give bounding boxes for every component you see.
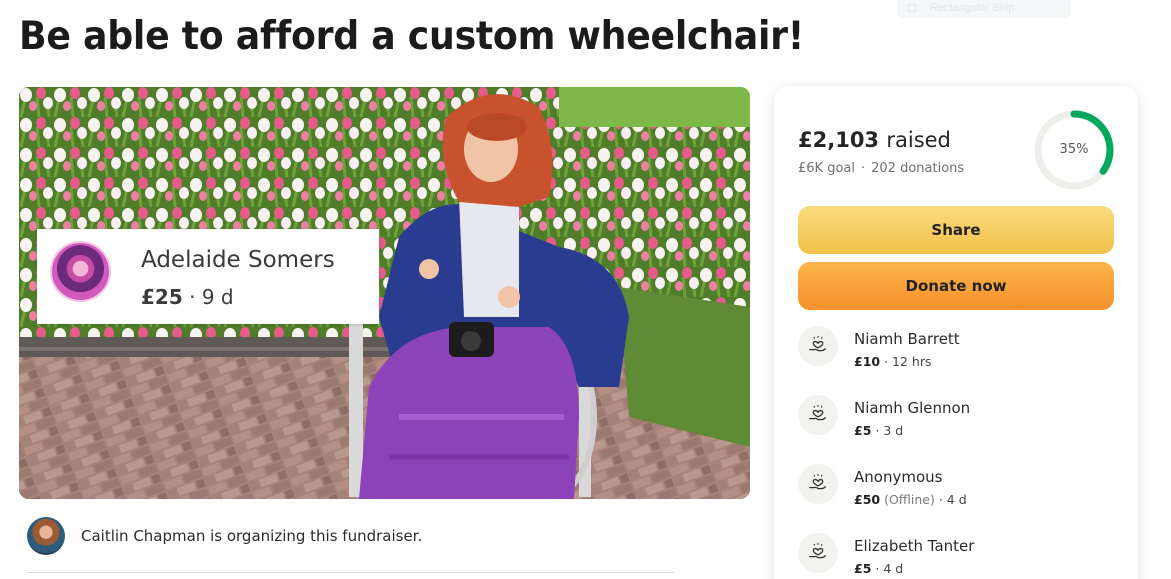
donation-meta: £10 · 12 hrs xyxy=(854,354,932,369)
heart-hand-icon xyxy=(798,464,838,504)
donations-list: Niamh Barrett £10 · 12 hrs Niamh Glennon… xyxy=(798,326,1114,579)
donation-sidebar: £2,103 raised £6K goal · 202 donations 35%… xyxy=(774,86,1138,579)
donor-name: Niamh Barrett xyxy=(854,330,960,348)
donor-name: Elizabeth Tanter xyxy=(854,537,975,555)
share-button[interactable]: Share xyxy=(798,206,1114,254)
toast-time: 9 d xyxy=(201,285,234,309)
toast-separator: · xyxy=(182,285,202,309)
toast-donor-name: Adelaide Somers xyxy=(141,247,335,273)
donation-amount: £5 xyxy=(854,561,872,576)
donor-avatar xyxy=(50,241,111,302)
donation-item: Niamh Glennon £5 · 3 d xyxy=(798,395,1114,464)
donation-meta: £50 (Offline) · 4 d xyxy=(854,492,967,507)
toast-amount: £25 xyxy=(141,285,183,309)
raised-label: raised xyxy=(886,128,951,152)
progress-ring: 35% xyxy=(1032,108,1116,192)
goal-summary: £6K goal · 202 donations xyxy=(798,161,964,176)
donation-item: Anonymous £50 (Offline) · 4 d xyxy=(798,464,1114,533)
donation-time: 12 hrs xyxy=(892,354,932,369)
heart-hand-icon xyxy=(798,533,838,573)
goal-separator: · xyxy=(860,161,866,176)
heart-hand-icon xyxy=(798,326,838,366)
snip-mode-icon xyxy=(908,4,916,12)
donation-amount: £10 xyxy=(854,354,881,369)
donation-note: (Offline) xyxy=(884,492,935,507)
organizer-text: Caitlin Chapman is organizing this fundr… xyxy=(81,527,423,545)
progress-percent: 35% xyxy=(1059,142,1089,157)
heart-hand-icon xyxy=(798,395,838,435)
donation-amount: £5 xyxy=(854,423,872,438)
donor-name: Anonymous xyxy=(854,468,943,486)
raised-value: £2,103 xyxy=(798,128,880,152)
donation-time: 4 d xyxy=(883,561,904,576)
donation-time: 4 d xyxy=(946,492,967,507)
organizer-avatar[interactable] xyxy=(27,517,65,555)
snip-tool-hint: Rectangular Snip xyxy=(898,0,1070,18)
donation-meta: £5 · 4 d xyxy=(854,561,904,576)
page-title: Be able to afford a custom wheelchair! xyxy=(19,14,804,59)
donate-now-button[interactable]: Donate now xyxy=(798,262,1114,310)
toast-donation-meta: £25 · 9 d xyxy=(141,285,234,309)
donation-count: 202 donations xyxy=(871,161,965,176)
donor-name: Niamh Glennon xyxy=(854,399,971,417)
donation-item: Niamh Barrett £10 · 12 hrs xyxy=(798,326,1114,395)
donation-time: 3 d xyxy=(883,423,904,438)
goal-amount: £6K goal xyxy=(798,161,855,176)
snip-hint-label: Rectangular Snip xyxy=(930,2,1015,14)
raised-amount: £2,103 raised xyxy=(798,128,951,152)
recent-donation-toast: Adelaide Somers £25 · 9 d xyxy=(37,229,379,324)
donation-item: Elizabeth Tanter £5 · 4 d xyxy=(798,533,1114,579)
section-divider xyxy=(27,572,674,573)
donation-amount: £50 xyxy=(854,492,881,507)
donation-meta: £5 · 3 d xyxy=(854,423,904,438)
